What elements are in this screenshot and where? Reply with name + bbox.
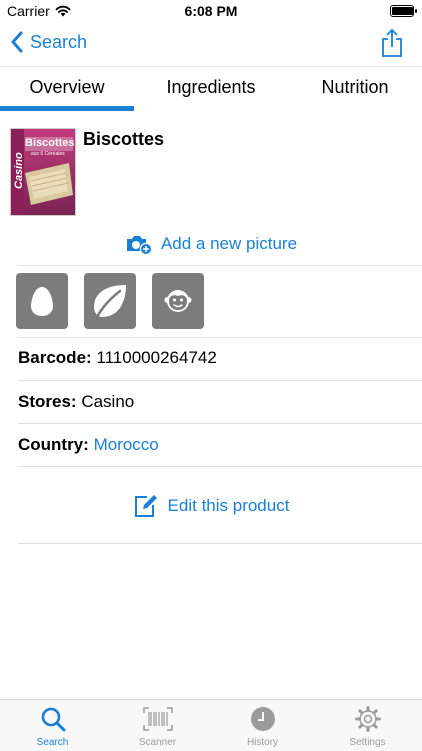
product-title: Biscottes <box>83 129 165 149</box>
edit-product-button[interactable]: Edit this product <box>0 491 422 521</box>
battery-level <box>392 7 413 15</box>
divider <box>18 466 422 467</box>
product-image[interactable]: Casino Biscottes aux 6 Céréales <box>10 128 76 216</box>
tab-bar-settings-label: Settings <box>349 737 386 748</box>
stores-row: Stores: Casino <box>18 392 134 412</box>
monkey-badge[interactable] <box>152 273 204 329</box>
tab-bar: Search Scanner History Settings <box>0 699 422 751</box>
country-row: Country: Morocco <box>18 435 159 455</box>
edit-icon <box>134 495 157 517</box>
divider <box>18 265 422 266</box>
stores-value: Casino <box>81 392 135 411</box>
tab-bar-search[interactable]: Search <box>0 700 105 751</box>
tab-bar-scanner-label: Scanner <box>138 737 177 748</box>
divider <box>18 380 422 381</box>
edit-product-label: Edit this product <box>167 496 290 515</box>
add-picture-label: Add a new picture <box>160 234 298 253</box>
selected-tab-indicator <box>0 106 134 111</box>
country-link[interactable]: Morocco <box>94 435 159 454</box>
divider <box>18 337 422 338</box>
back-button[interactable]: Search <box>10 31 87 53</box>
label-badges <box>16 273 204 329</box>
add-picture-button[interactable]: Add a new picture <box>0 230 422 258</box>
leaf-icon <box>94 285 126 321</box>
tab-ingredients-label: Ingredients <box>166 76 256 97</box>
add-photo-icon <box>126 236 153 256</box>
tab-bar-search-label: Search <box>36 737 69 748</box>
country-label: Country: <box>18 435 89 454</box>
barcode-scanner-icon <box>142 707 173 731</box>
tab-bar-history[interactable]: History <box>210 700 315 751</box>
tab-overview-label: Overview <box>29 76 105 97</box>
product-tabs: Overview Ingredients Nutrition <box>0 66 422 111</box>
share-icon <box>382 29 402 57</box>
tab-bar-settings[interactable]: Settings <box>315 700 420 751</box>
product-image-brand: Casino <box>13 152 25 189</box>
chevron-left-icon <box>11 31 23 53</box>
product-image-subtitle: aux 6 Céréales <box>31 151 65 157</box>
monkey-icon <box>164 290 192 312</box>
tab-bar-scanner[interactable]: Scanner <box>105 700 210 751</box>
egg-badge[interactable] <box>16 273 68 329</box>
tab-bar-history-label: History <box>246 737 279 748</box>
stores-label: Stores: <box>18 392 77 411</box>
status-bar: Carrier 6:08 PM <box>0 0 422 22</box>
leaf-badge[interactable] <box>84 273 136 329</box>
clock-icon <box>250 707 275 731</box>
status-time: 6:08 PM <box>184 3 238 19</box>
tab-nutrition[interactable]: Nutrition <box>290 67 420 107</box>
egg-icon <box>31 287 53 316</box>
battery-icon <box>390 5 417 17</box>
navigation-bar: Search <box>0 22 422 66</box>
tab-overview[interactable]: Overview <box>0 67 134 107</box>
divider <box>18 423 422 424</box>
barcode-label: Barcode: <box>18 348 92 367</box>
search-icon <box>41 707 65 732</box>
back-button-label: Search <box>30 31 88 52</box>
divider <box>18 543 422 544</box>
gear-icon <box>354 706 381 732</box>
product-image-title: Biscottes <box>25 137 75 149</box>
barcode-row: Barcode: 1110000264742 <box>18 348 217 368</box>
tab-ingredients[interactable]: Ingredients <box>145 67 277 107</box>
barcode-value: 1110000264742 <box>96 348 217 367</box>
tab-nutrition-label: Nutrition <box>321 76 389 97</box>
share-button[interactable] <box>380 28 404 63</box>
